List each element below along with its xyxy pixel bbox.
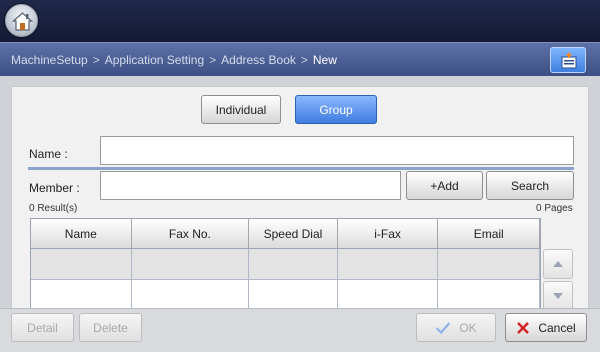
cancel-button-label: Cancel bbox=[538, 320, 576, 335]
member-field[interactable] bbox=[100, 171, 401, 200]
table-header: Name Fax No. Speed Dial i-Fax Email bbox=[31, 219, 540, 249]
close-icon bbox=[517, 321, 530, 334]
column-header-ifax[interactable]: i-Fax bbox=[337, 219, 439, 249]
column-header-name[interactable]: Name bbox=[31, 219, 132, 249]
result-count: 0 Result(s) bbox=[29, 203, 78, 214]
table-cell bbox=[438, 249, 540, 280]
tab-group[interactable]: Group bbox=[295, 95, 377, 124]
search-button[interactable]: Search bbox=[486, 171, 574, 200]
table-cell bbox=[249, 280, 338, 311]
table-cell bbox=[132, 249, 250, 280]
breadcrumb-current: New bbox=[312, 53, 337, 67]
table-cell bbox=[31, 249, 132, 280]
breadcrumb-separator: > bbox=[300, 53, 308, 67]
arrow-up-icon bbox=[553, 261, 563, 267]
tab-individual[interactable]: Individual bbox=[201, 95, 281, 124]
job-status-icon bbox=[561, 52, 577, 69]
column-header-speed-dial[interactable]: Speed Dial bbox=[249, 219, 338, 249]
name-label: Name : bbox=[29, 147, 68, 161]
home-icon bbox=[12, 12, 33, 31]
breadcrumb-bar: MachineSetup > Application Setting > Address… bbox=[0, 42, 600, 76]
breadcrumb-item-application-setting: Application Setting bbox=[104, 53, 205, 67]
scroll-down-button[interactable] bbox=[543, 281, 573, 311]
check-icon bbox=[436, 321, 451, 334]
table-row[interactable] bbox=[31, 280, 540, 311]
home-button[interactable] bbox=[5, 4, 38, 37]
breadcrumb-item-address-book: Address Book bbox=[221, 53, 296, 67]
detail-button[interactable]: Detail bbox=[11, 313, 74, 342]
member-label: Member : bbox=[29, 181, 80, 195]
name-field[interactable] bbox=[100, 136, 574, 165]
table-cell bbox=[438, 280, 540, 311]
table-cell bbox=[31, 280, 132, 311]
member-table: Name Fax No. Speed Dial i-Fax Email bbox=[30, 218, 541, 312]
scroll-up-button[interactable] bbox=[543, 249, 573, 279]
table-row[interactable] bbox=[31, 249, 540, 280]
job-status-button[interactable] bbox=[550, 47, 586, 73]
add-member-button[interactable]: +Add bbox=[406, 171, 483, 200]
breadcrumb-separator: > bbox=[209, 53, 217, 67]
table-cell bbox=[132, 280, 250, 311]
delete-button[interactable]: Delete bbox=[79, 313, 142, 342]
top-bar bbox=[0, 0, 600, 42]
table-cell bbox=[249, 249, 338, 280]
breadcrumb-item-machinesetup: MachineSetup bbox=[11, 53, 88, 67]
separator-line bbox=[28, 167, 574, 170]
footer-bar: Detail Delete OK Cancel bbox=[0, 308, 600, 352]
column-header-fax[interactable]: Fax No. bbox=[131, 219, 250, 249]
column-header-email[interactable]: Email bbox=[438, 219, 540, 249]
page-count: 0 Pages bbox=[536, 203, 573, 214]
ok-button-label: OK bbox=[459, 320, 477, 335]
arrow-down-icon bbox=[553, 293, 563, 299]
table-cell bbox=[338, 249, 439, 280]
ok-button[interactable]: OK bbox=[416, 313, 496, 342]
breadcrumb: MachineSetup > Application Setting > Address… bbox=[11, 53, 337, 67]
cancel-button[interactable]: Cancel bbox=[505, 313, 587, 342]
table-cell bbox=[338, 280, 439, 311]
breadcrumb-separator: > bbox=[92, 53, 100, 67]
